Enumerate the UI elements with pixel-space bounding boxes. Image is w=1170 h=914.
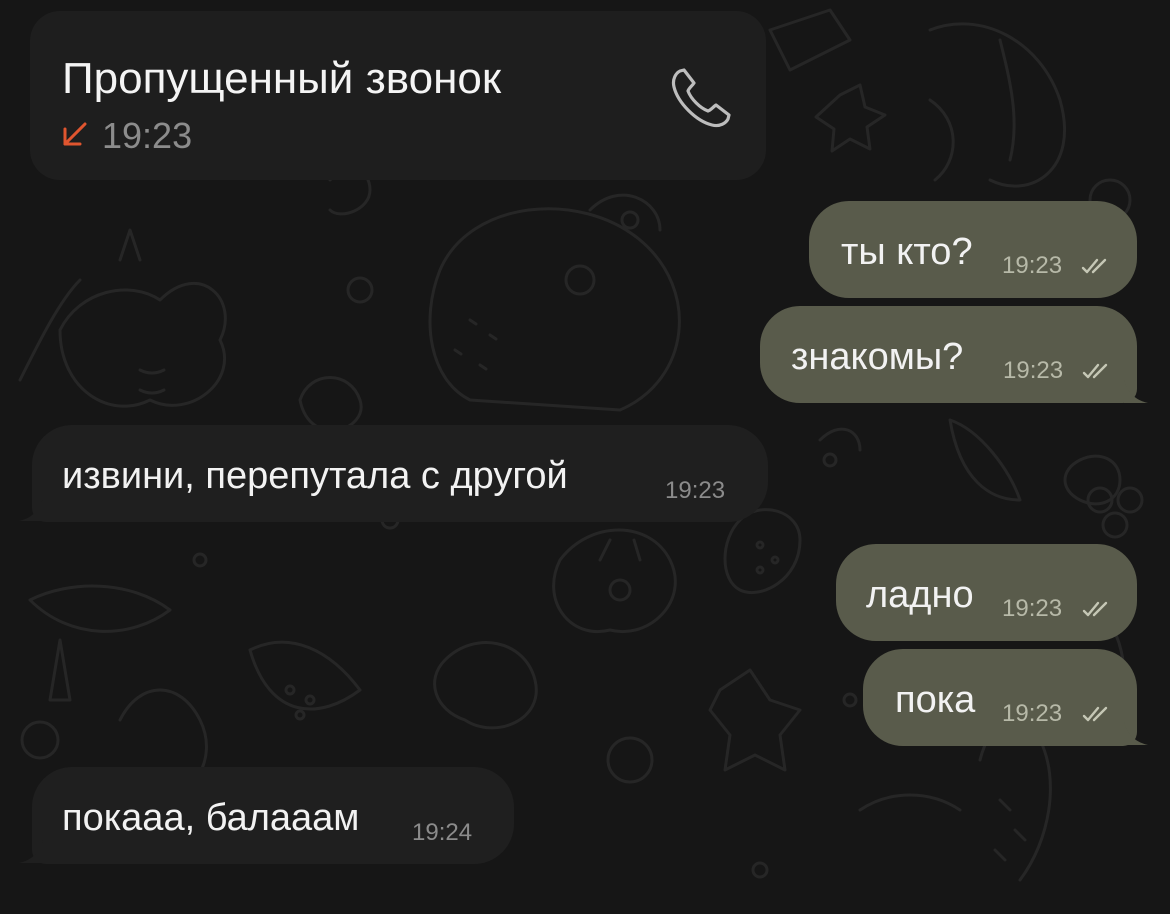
message-text: извини, перепутала с другой (62, 455, 568, 497)
message-bubble-outgoing[interactable]: ладно 19:23 (836, 544, 1137, 641)
chat-area: Пропущенный звонок 19:23 ты кто? 19:23 з… (0, 0, 1170, 914)
message-time: 19:24 (412, 819, 473, 846)
message-time: 19:23 (1002, 252, 1063, 279)
double-check-icon (1082, 601, 1108, 617)
message-text: ладно (866, 574, 974, 616)
call-time: 19:23 (102, 115, 193, 156)
message-time: 19:23 (1002, 700, 1063, 727)
message-bubble-outgoing[interactable]: знакомы? 19:23 (760, 306, 1137, 403)
message-text: ты кто? (841, 231, 973, 273)
message-text: пока (895, 679, 976, 721)
bubble-tail (19, 840, 43, 863)
message-text: знакомы? (791, 336, 964, 378)
message-text: покааа, балааам (62, 797, 360, 839)
missed-call-arrow-icon (63, 122, 87, 146)
message-bubble-outgoing[interactable]: пока 19:23 (863, 649, 1137, 746)
message-bubble-outgoing[interactable]: ты кто? 19:23 (809, 201, 1137, 298)
bubble-tail (1124, 722, 1148, 745)
call-title: Пропущенный звонок (62, 54, 502, 103)
double-check-icon (1082, 706, 1108, 722)
double-check-icon (1082, 363, 1108, 379)
message-bubble-incoming[interactable]: извини, перепутала с другой 19:23 (32, 425, 768, 522)
message-time: 19:23 (1002, 595, 1063, 622)
bubble-tail (19, 498, 43, 521)
phone-icon[interactable] (666, 63, 736, 133)
message-time: 19:23 (1003, 357, 1064, 384)
bubble-tail (1124, 380, 1148, 403)
double-check-icon (1081, 258, 1107, 274)
missed-call-card[interactable]: Пропущенный звонок 19:23 (30, 11, 766, 180)
message-time: 19:23 (665, 477, 726, 504)
message-bubble-incoming[interactable]: покааа, балааам 19:24 (32, 767, 514, 864)
